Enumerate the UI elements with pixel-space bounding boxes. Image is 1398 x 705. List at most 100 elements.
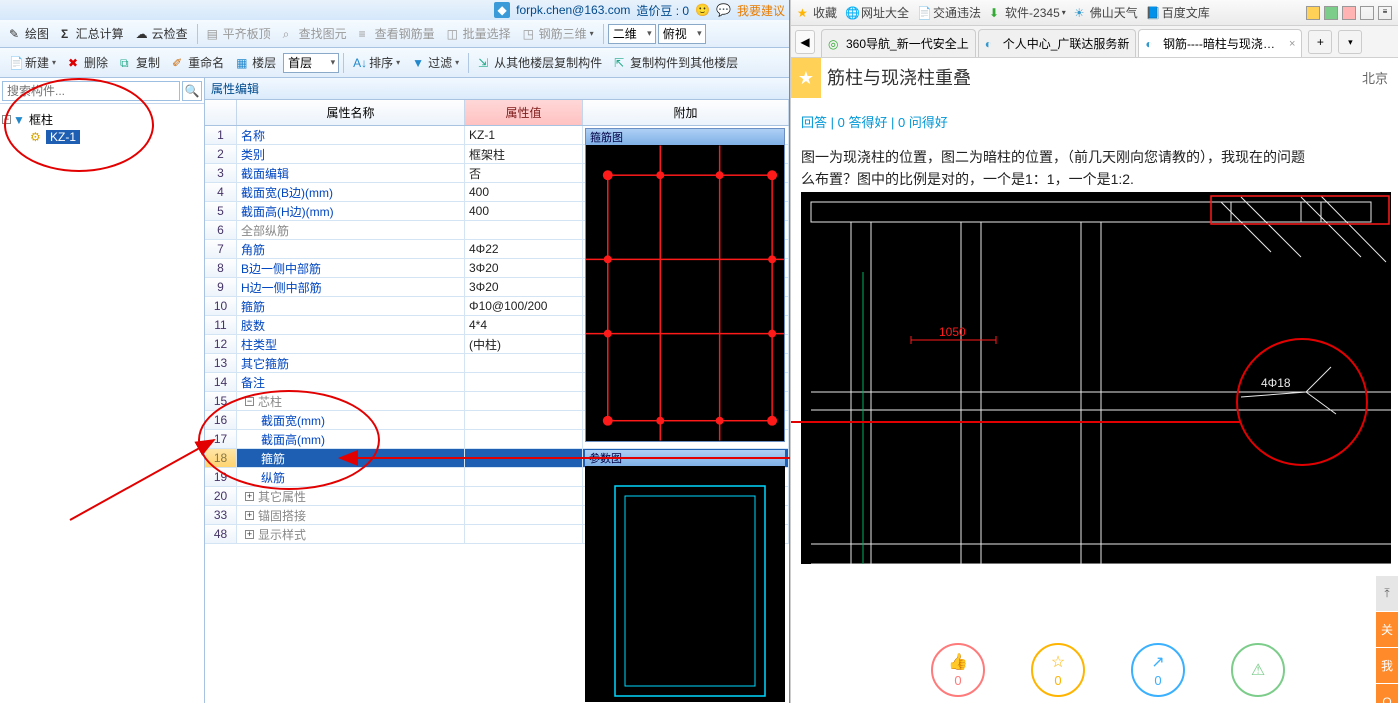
action-button[interactable]: ⚠ <box>1231 643 1285 697</box>
row-value[interactable] <box>465 392 583 410</box>
row-value[interactable] <box>465 449 583 467</box>
expand-icon[interactable]: + <box>245 511 254 520</box>
search-icon: ⌕ <box>283 27 297 41</box>
action-count: 0 <box>954 673 961 688</box>
floor-button[interactable]: ▦楼层 <box>231 51 281 74</box>
tree-child[interactable]: ⚙ KZ-1 <box>30 129 202 145</box>
grid-icon-5[interactable]: ≡ <box>1378 6 1392 20</box>
row-value[interactable] <box>465 411 583 429</box>
bookmark-2[interactable]: 📄交通违法 <box>917 4 981 21</box>
filter-button[interactable]: ▼过滤▾ <box>407 51 464 74</box>
copy-button[interactable]: ⧉复制 <box>115 51 165 74</box>
action-button[interactable]: 👍0 <box>931 643 985 697</box>
new-button[interactable]: 📄新建▾ <box>4 51 61 74</box>
row-number: 20 <box>205 487 237 505</box>
view-top-dropdown[interactable]: 俯视 <box>658 24 706 44</box>
tab-menu-button[interactable]: ▾ <box>1338 30 1362 54</box>
row-value[interactable] <box>465 468 583 486</box>
side-btn-1[interactable]: ⤒ <box>1376 576 1398 612</box>
stirrup-svg <box>586 145 784 441</box>
bookmark-1[interactable]: 🌐网址大全 <box>845 4 909 21</box>
row-value[interactable]: 4*4 <box>465 316 583 334</box>
row-value[interactable]: 400 <box>465 183 583 201</box>
back-button[interactable]: ◀ <box>795 30 815 54</box>
stirrup-diagram: 箍筋图 <box>585 128 785 442</box>
side-btn-4[interactable]: Q <box>1376 684 1398 703</box>
row-number: 19 <box>205 468 237 486</box>
view-2d-dropdown[interactable]: 二维 <box>608 24 656 44</box>
row-value[interactable] <box>465 525 583 543</box>
col-additional: 附加 <box>583 100 789 125</box>
row-value[interactable]: 框架柱 <box>465 145 583 163</box>
row-number: 6 <box>205 221 237 239</box>
row-value[interactable]: 3Φ20 <box>465 259 583 277</box>
row-value[interactable]: Φ10@100/200 <box>465 297 583 315</box>
bookmark-3[interactable]: ⬇软件-2345▾ <box>989 4 1066 21</box>
side-btn-2[interactable]: 关 <box>1376 612 1398 648</box>
row-number: 33 <box>205 506 237 524</box>
close-icon[interactable]: × <box>1289 38 1295 50</box>
search-input[interactable] <box>2 81 180 101</box>
row-number: 18 <box>205 449 237 467</box>
expand-icon[interactable]: − <box>245 397 254 406</box>
align-icon: ▤ <box>207 27 221 41</box>
bookmark-4[interactable]: ☀佛山天气 <box>1074 4 1138 21</box>
gear-icon: ⚙ <box>30 130 44 144</box>
grid-icon-4[interactable] <box>1360 6 1374 20</box>
question-text: 图一为现浇柱的位置，图二为暗柱的位置，（前几天刚向您请教的），我现在的问题 么布… <box>801 146 1394 190</box>
grid-icon-1[interactable] <box>1306 6 1320 20</box>
row-value[interactable] <box>465 373 583 391</box>
row-value[interactable] <box>465 354 583 372</box>
row-name: 类别 <box>237 145 465 163</box>
row-value[interactable] <box>465 430 583 448</box>
row-value[interactable] <box>465 506 583 524</box>
floor-select[interactable]: 首层 <box>283 53 339 73</box>
row-value[interactable]: 400 <box>465 202 583 220</box>
row-value[interactable]: 否 <box>465 164 583 182</box>
rename-button[interactable]: ✐重命名 <box>167 51 229 74</box>
grid-icon-2[interactable] <box>1324 6 1338 20</box>
draw-button[interactable]: ✎绘图 <box>4 22 54 45</box>
action-button[interactable]: ☆0 <box>1031 643 1085 697</box>
expand-icon[interactable]: + <box>245 530 254 539</box>
tree-root[interactable]: − ▼ 框柱 <box>2 110 202 129</box>
suggest-link[interactable]: 我要建议 <box>737 2 785 19</box>
tab-2[interactable]: ◐个人中心_广联达服务新 <box>978 29 1137 57</box>
copyfrom-button[interactable]: ⇲从其他楼层复制构件 <box>473 51 607 74</box>
row-number: 48 <box>205 525 237 543</box>
sumcalc-button[interactable]: Σ 汇总计算 <box>56 22 129 45</box>
sort-button[interactable]: A↓排序▾ <box>348 51 405 74</box>
batchsel-button[interactable]: ◫批量选择 <box>442 22 516 45</box>
tab-1[interactable]: ◎360导航_新一代安全上 <box>821 29 976 57</box>
bookmark-5[interactable]: 📘百度文库 <box>1146 4 1210 21</box>
expand-icon[interactable]: + <box>245 492 254 501</box>
action-button[interactable]: ↗0 <box>1131 643 1185 697</box>
row-value[interactable]: 3Φ20 <box>465 278 583 296</box>
cloudcheck-button[interactable]: ☁云检查 <box>131 22 193 45</box>
location-label: 北京 <box>1362 68 1388 87</box>
row-number: 16 <box>205 411 237 429</box>
side-btn-3[interactable]: 我 <box>1376 648 1398 684</box>
select-icon: ◫ <box>447 27 461 41</box>
row-value[interactable] <box>465 221 583 239</box>
bookmark-fav[interactable]: ★收藏 <box>797 4 837 21</box>
delete-button[interactable]: ✖删除 <box>63 51 113 74</box>
copyto-button[interactable]: ⇱复制构件到其他楼层 <box>609 51 743 74</box>
findshape-button[interactable]: ⌕查找图元 <box>278 22 352 45</box>
grid-icon-3[interactable] <box>1342 6 1356 20</box>
tab-3-active[interactable]: ◐钢筋----暗柱与现浇柱重× <box>1138 29 1302 57</box>
search-go-button[interactable]: 🔍 <box>182 81 202 101</box>
titlebar: ◆ forpk.chen@163.com 造价豆 : 0 🙂 💬 我要建议 <box>0 0 789 20</box>
row-name: 纵筋 <box>237 468 465 486</box>
row-value[interactable]: KZ-1 <box>465 126 583 144</box>
collapse-icon[interactable]: − <box>2 115 11 124</box>
row-value[interactable] <box>465 487 583 505</box>
row-value[interactable]: 4Φ22 <box>465 240 583 258</box>
align-button[interactable]: ▤平齐板顶 <box>202 22 276 45</box>
new-tab-button[interactable]: + <box>1308 30 1332 54</box>
browser-page: ★ 筋柱与现浇柱重叠 北京 回答 | 0 答得好 | 0 问得好 图一为现浇柱的… <box>791 58 1398 703</box>
rebar3d-button[interactable]: ◳钢筋三维▾ <box>518 22 599 45</box>
row-value[interactable]: (中柱) <box>465 335 583 353</box>
row-name: 全部纵筋 <box>237 221 465 239</box>
viewrebar-button[interactable]: ≡查看钢筋量 <box>354 22 440 45</box>
